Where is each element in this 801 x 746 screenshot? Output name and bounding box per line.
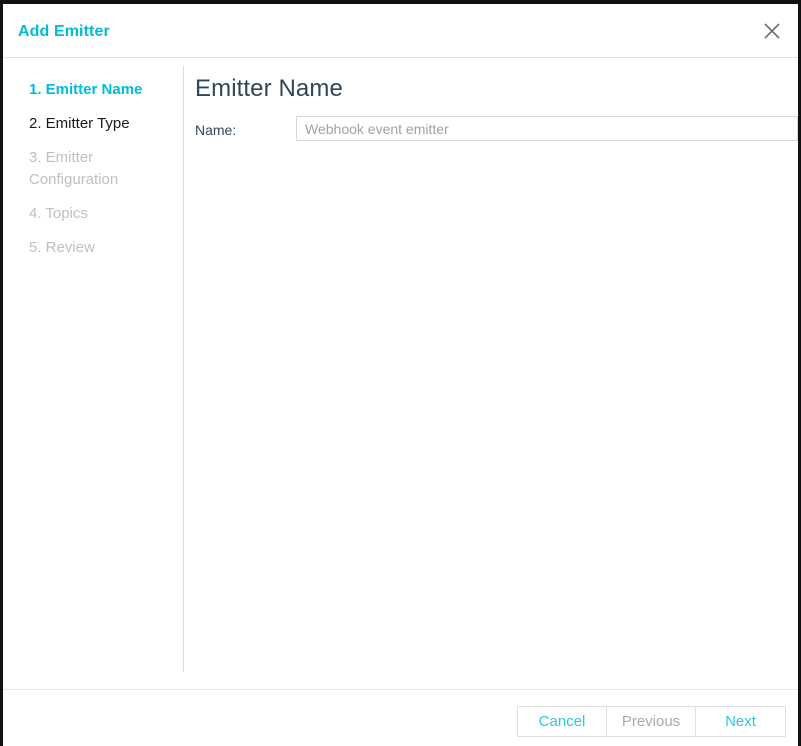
dialog-header: Add Emitter: [3, 4, 798, 58]
dialog-footer: Cancel Previous Next: [3, 689, 798, 746]
page-title: Emitter Name: [195, 75, 343, 102]
name-label: Name:: [195, 122, 237, 138]
footer-button-group: Cancel Previous Next: [517, 706, 786, 737]
add-emitter-dialog: Add Emitter 1. Emitter Name 2. Emitter T…: [0, 0, 801, 746]
close-icon[interactable]: [756, 15, 788, 47]
cancel-button[interactable]: Cancel: [518, 707, 607, 736]
sidebar-item-review[interactable]: 5. Review: [3, 237, 184, 259]
sidebar-item-emitter-name[interactable]: 1. Emitter Name: [3, 79, 184, 101]
dialog-title: Add Emitter: [18, 23, 110, 40]
name-form-row: Name:: [195, 116, 798, 142]
wizard-content-panel: Emitter Name Name:: [184, 58, 798, 689]
previous-button[interactable]: Previous: [607, 707, 696, 736]
wizard-step-list: 1. Emitter Name 2. Emitter Type 3. Emitt…: [3, 58, 184, 689]
sidebar-item-emitter-configuration[interactable]: 3. Emitter Configuration: [3, 147, 184, 191]
next-button[interactable]: Next: [696, 707, 785, 736]
sidebar-item-topics[interactable]: 4. Topics: [3, 203, 184, 225]
dialog-body: 1. Emitter Name 2. Emitter Type 3. Emitt…: [3, 58, 798, 689]
name-input[interactable]: [296, 116, 798, 141]
sidebar-item-emitter-type[interactable]: 2. Emitter Type: [3, 113, 184, 135]
